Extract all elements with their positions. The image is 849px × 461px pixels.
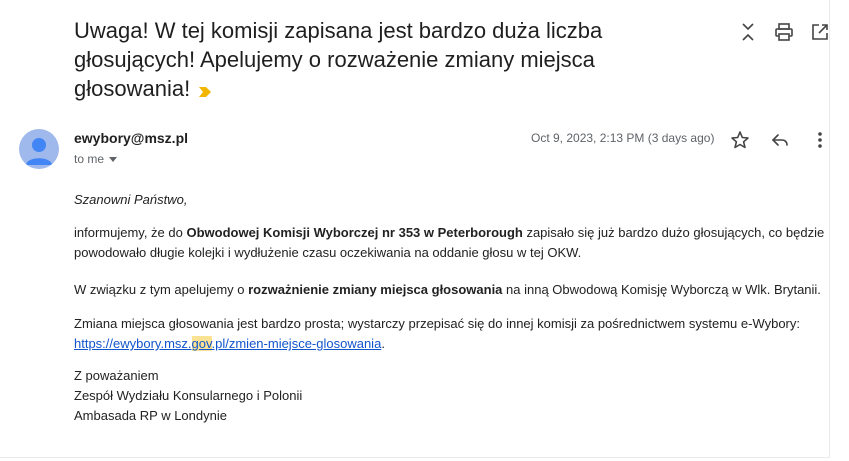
p2-text-a: W związku z tym apelujemy o xyxy=(74,282,249,297)
important-marker-icon[interactable] xyxy=(198,76,212,105)
sender-address[interactable]: ewybory@msz.pl xyxy=(74,130,188,146)
link-end: . xyxy=(381,336,385,351)
open-new-window-icon[interactable] xyxy=(809,21,831,43)
recipient-label: to me xyxy=(74,152,105,166)
email-date: Oct 9, 2023, 2:13 PM (3 days ago) xyxy=(531,131,715,145)
star-icon[interactable] xyxy=(729,129,751,151)
print-icon[interactable] xyxy=(773,21,795,43)
email-view: Uwaga! W tej komisji zapisana jest bardz… xyxy=(0,0,830,458)
subject-text: Uwaga! W tej komisji zapisana jest bardz… xyxy=(74,18,603,101)
link-part-c: .pl/zmien-miejsce-glosowania xyxy=(211,336,382,351)
signature-line-1: Z poważaniem xyxy=(74,368,159,383)
email-subject: Uwaga! W tej komisji zapisana jest bardz… xyxy=(74,16,694,105)
more-options-icon[interactable] xyxy=(809,129,831,151)
link-part-highlight: gov xyxy=(191,336,212,351)
recipient-dropdown[interactable]: to me xyxy=(74,152,118,166)
ewybory-link[interactable]: https://ewybory.msz.gov.pl/zmien-miejsce… xyxy=(74,336,381,351)
p3-text: Zmiana miejsca głosowania jest bardzo pr… xyxy=(74,316,800,331)
p2-text-c: na inną Obwodową Komisję Wyborczą w Wlk.… xyxy=(502,282,821,297)
default-avatar-icon[interactable] xyxy=(19,129,59,169)
link-part-a: https://ewybory.msz. xyxy=(74,336,192,351)
p1-text-a: informujemy, że do xyxy=(74,225,187,240)
signature-line-2: Zespół Wydziału Konsularnego i Polonii xyxy=(74,388,303,403)
caret-down-icon xyxy=(109,157,118,163)
paragraph-2: W związku z tym apelujemy o rozważnienie… xyxy=(74,280,834,300)
signature: Z poważaniem Zespół Wydziału Konsularnego… xyxy=(74,366,302,426)
paragraph-3: Zmiana miejsca głosowania jest bardzo pr… xyxy=(74,314,834,354)
reply-icon[interactable] xyxy=(769,129,791,151)
signature-line-3: Ambasada RP w Londynie xyxy=(74,408,227,423)
p2-bold: rozważnienie zmiany miejsca głosowania xyxy=(248,282,503,297)
expand-collapse-icon[interactable] xyxy=(737,21,759,43)
paragraph-1: informujemy, że do Obwodowej Komisji Wyb… xyxy=(74,223,834,263)
p1-bold: Obwodowej Komisji Wyborczej nr 353 w Pet… xyxy=(186,225,523,240)
greeting: Szanowni Państwo, xyxy=(74,192,188,207)
